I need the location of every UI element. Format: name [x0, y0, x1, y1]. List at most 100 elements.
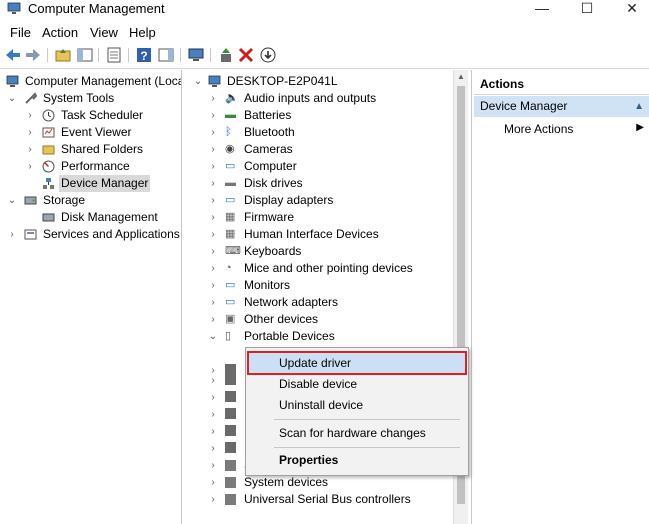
chevron-right-icon[interactable]: ›: [208, 226, 218, 243]
up-folder-icon[interactable]: [54, 46, 72, 64]
display-adapter-icon: ▭: [225, 194, 236, 206]
help-icon[interactable]: ?: [135, 46, 153, 64]
uninstall-icon[interactable]: [237, 46, 255, 64]
device-category-row[interactable]: ›: [184, 372, 244, 389]
menu-properties[interactable]: Properties: [249, 450, 465, 470]
device-category-row[interactable]: › ▦ Firmware: [184, 209, 454, 226]
device-category-row[interactable]: › ▭ Computer: [184, 158, 454, 175]
device-category-row[interactable]: ›: [184, 389, 244, 406]
menu-scan-hardware[interactable]: Scan for hardware changes: [249, 423, 465, 443]
more-actions-link[interactable]: More Actions: [504, 122, 573, 136]
properties-icon[interactable]: [105, 46, 123, 64]
device-category-row[interactable]: ›: [184, 423, 244, 440]
device-category-row[interactable]: › ▭ Monitors: [184, 277, 454, 294]
chevron-right-icon[interactable]: ›: [208, 90, 218, 107]
device-category-row[interactable]: › ▭ Network adapters: [184, 294, 454, 311]
menu-disable-device[interactable]: Disable device: [249, 374, 465, 394]
device-icon: [225, 391, 236, 402]
menu-action[interactable]: Action: [42, 25, 78, 40]
chevron-right-icon[interactable]: ›: [208, 389, 218, 406]
show-hide-tree-icon[interactable]: [76, 46, 94, 64]
device-tree-root[interactable]: ⌄ DESKTOP-E2P041L: [184, 73, 454, 90]
tree-services[interactable]: › Services and Applications: [0, 226, 181, 243]
device-category-row[interactable]: › ▭ Display adapters: [184, 192, 454, 209]
tree-label: Shared Folders: [61, 142, 144, 156]
device-category-row[interactable]: › ⌨ Keyboards: [184, 243, 454, 260]
chevron-right-icon[interactable]: ›: [208, 423, 218, 440]
device-category-row[interactable]: › ᛒ Bluetooth: [184, 124, 454, 141]
chevron-right-icon[interactable]: ›: [208, 243, 218, 260]
close-button[interactable]: ✕: [620, 0, 644, 18]
menu-uninstall-device[interactable]: Uninstall device: [249, 395, 465, 415]
chevron-right-icon[interactable]: ›: [25, 124, 35, 141]
computer-management-icon: [7, 2, 21, 14]
chevron-right-icon[interactable]: ›: [208, 260, 218, 277]
chevron-right-icon[interactable]: ›: [208, 440, 218, 457]
tree-root[interactable]: Computer Management (Local: [0, 73, 181, 90]
menu-file[interactable]: File: [10, 25, 31, 40]
chevron-right-icon[interactable]: ›: [208, 124, 218, 141]
scan-hardware-icon[interactable]: [187, 46, 205, 64]
menu-bar: File Action View Help: [0, 22, 649, 42]
chevron-right-icon[interactable]: ›: [208, 294, 218, 311]
chevron-right-icon[interactable]: ›: [208, 107, 218, 124]
collapse-up-icon[interactable]: ▲: [634, 96, 644, 117]
device-category-row[interactable]: › ▦ Human Interface Devices: [184, 226, 454, 243]
disable-device-icon[interactable]: [259, 46, 277, 64]
update-driver-icon[interactable]: [217, 46, 235, 64]
tree-event-viewer[interactable]: › Event Viewer: [0, 124, 181, 141]
device-category-row[interactable]: › ◉ Cameras: [184, 141, 454, 158]
device-category-row[interactable]: › 🔈 Audio inputs and outputs: [184, 90, 454, 107]
device-category-label: Disk drives: [244, 176, 303, 190]
chevron-down-icon[interactable]: ⌄: [7, 90, 17, 107]
menu-help[interactable]: Help: [129, 25, 156, 40]
forward-icon[interactable]: [24, 46, 42, 64]
tree-shared-folders[interactable]: › Shared Folders: [0, 141, 181, 158]
chevron-down-icon[interactable]: ⌄: [208, 328, 218, 345]
chevron-right-icon[interactable]: ›: [25, 158, 35, 175]
chevron-right-icon[interactable]: ›: [208, 277, 218, 294]
chevron-down-icon[interactable]: ⌄: [193, 73, 203, 90]
chevron-right-icon[interactable]: ›: [208, 209, 218, 226]
menu-update-driver[interactable]: Update driver: [247, 351, 467, 375]
chevron-right-icon[interactable]: ›: [208, 491, 218, 508]
device-category-row[interactable]: ›: [184, 406, 244, 423]
chevron-right-icon[interactable]: ›: [208, 141, 218, 158]
device-category-row[interactable]: ⌄ ▯ Portable Devices: [184, 328, 454, 345]
back-icon[interactable]: [4, 46, 22, 64]
scroll-up-icon[interactable]: ▲: [454, 70, 468, 84]
tree-disk-management[interactable]: Disk Management: [0, 209, 181, 226]
tree-performance[interactable]: › Performance: [0, 158, 181, 175]
show-action-pane-icon[interactable]: [157, 46, 175, 64]
chevron-right-icon[interactable]: ›: [208, 192, 218, 209]
device-category-row[interactable]: ›: [184, 440, 244, 457]
tree-system-tools[interactable]: ⌄ System Tools: [0, 90, 181, 107]
chevron-right-icon[interactable]: ›: [208, 474, 218, 491]
actions-section-device-manager[interactable]: Device Manager ▲: [474, 96, 649, 117]
chevron-right-icon[interactable]: ›: [25, 107, 35, 124]
chevron-right-icon[interactable]: ›: [208, 175, 218, 192]
tree-task-scheduler[interactable]: › Task Scheduler: [0, 107, 181, 124]
device-category-row[interactable]: › ◔ Mice and other pointing devices: [184, 260, 454, 277]
chevron-right-icon[interactable]: ›: [7, 226, 17, 243]
chevron-right-icon[interactable]: ›: [208, 406, 218, 423]
chevron-down-icon[interactable]: ⌄: [7, 192, 17, 209]
device-category-row[interactable]: › Universal Serial Bus controllers: [184, 491, 454, 508]
device-category-row[interactable]: › ▬ Disk drives: [184, 175, 454, 192]
chevron-right-icon[interactable]: ›: [208, 158, 218, 175]
tree-storage[interactable]: ⌄ Storage: [0, 192, 181, 209]
device-category-row[interactable]: › ▣ Other devices: [184, 311, 454, 328]
device-category-label: Universal Serial Bus controllers: [244, 492, 411, 506]
chevron-right-icon[interactable]: ›: [208, 372, 218, 389]
device-category-row[interactable]: › ▬ Batteries: [184, 107, 454, 124]
device-icon: [225, 460, 236, 471]
chevron-right-icon[interactable]: ›: [25, 141, 35, 158]
chevron-right-icon[interactable]: ›: [208, 311, 218, 328]
maximize-button[interactable]: ☐: [575, 0, 599, 18]
device-category-row[interactable]: › System devices: [184, 474, 454, 491]
minimize-button[interactable]: —: [530, 0, 554, 18]
tree-device-manager[interactable]: Device Manager: [0, 175, 181, 192]
tree-label: Task Scheduler: [61, 108, 144, 122]
menu-view[interactable]: View: [90, 25, 118, 40]
chevron-right-icon[interactable]: ›: [208, 457, 218, 474]
